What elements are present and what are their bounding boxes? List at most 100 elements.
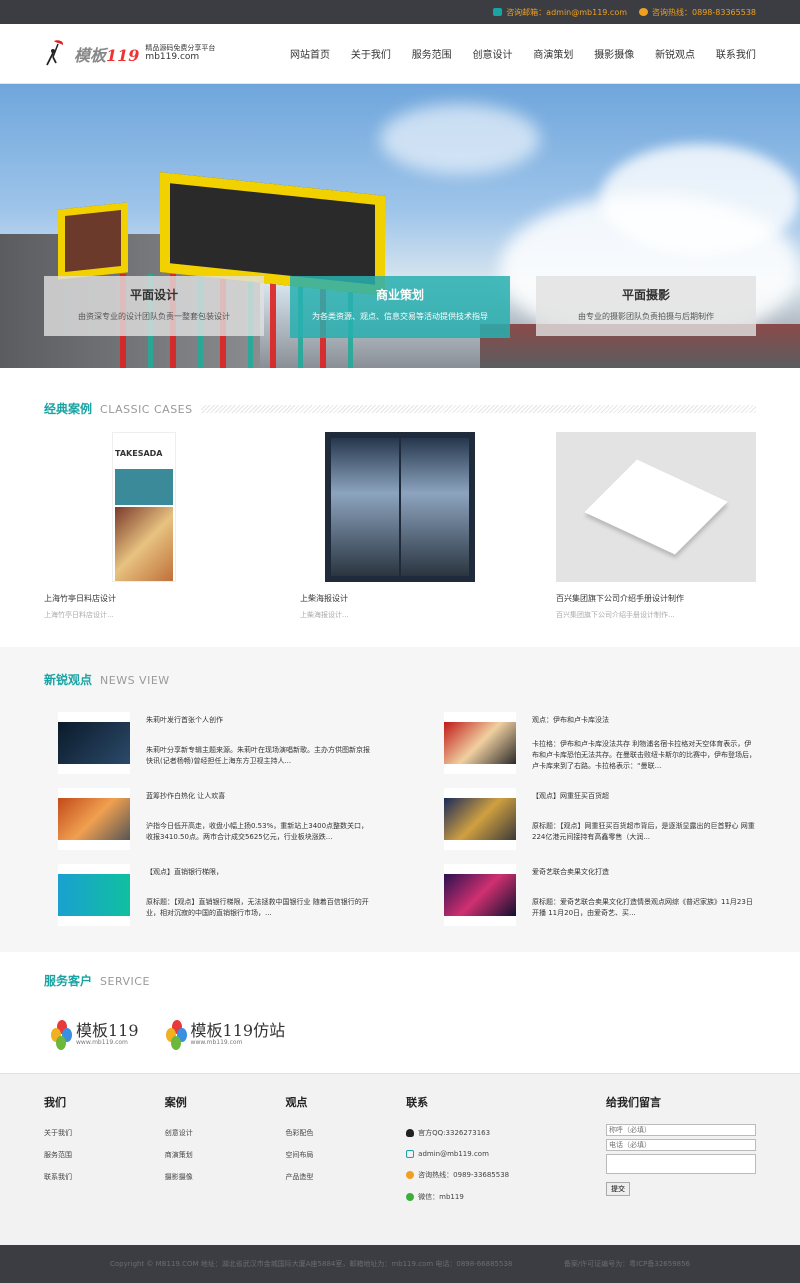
footer-link[interactable]: 产品造型 bbox=[285, 1172, 406, 1182]
footer-link[interactable]: 服务范围 bbox=[44, 1150, 165, 1160]
nav-item-home[interactable]: 网站首页 bbox=[290, 46, 330, 61]
logo-brand: 模板119 bbox=[74, 45, 140, 65]
hero-card-photography[interactable]: 平面摄影 由专业的摄影团队负责拍摄与后期制作 bbox=[536, 276, 756, 336]
news-item[interactable]: 蓝筹抄作白热化 让人欢喜 沪指今日低开高走，收盘小幅上扬0.53%，重新站上34… bbox=[58, 788, 370, 850]
icp-text[interactable]: 备案/许可证编号为：粤ICP备32659856 bbox=[564, 1259, 690, 1269]
nav-item-services[interactable]: 服务范围 bbox=[412, 46, 452, 61]
client-logo[interactable]: 模板119仿站 www.mb119.com bbox=[165, 1011, 285, 1057]
hero-card-graphic-design[interactable]: 平面设计 由资深专业的设计团队负责一整套包装设计 bbox=[44, 276, 264, 336]
logo-figure-icon bbox=[44, 39, 68, 69]
news-thumbnail[interactable] bbox=[58, 712, 130, 774]
banner-billboard-small bbox=[58, 202, 128, 280]
footer-qq: 官方QQ:3326273163 bbox=[406, 1128, 606, 1138]
nav-item-design[interactable]: 创意设计 bbox=[473, 46, 513, 61]
message-field[interactable] bbox=[606, 1154, 757, 1174]
footer-link[interactable]: 商演策划 bbox=[165, 1150, 286, 1160]
header: 模板119 精品源码免费分享平台 mb119.com 网站首页 关于我们 服务范… bbox=[0, 24, 800, 84]
phone-icon bbox=[639, 8, 649, 16]
hero-banner: 平面设计 由资深专业的设计团队负责一整套包装设计 商业策划 为各类资源、观点、信… bbox=[0, 84, 800, 368]
case-image-poster bbox=[325, 432, 475, 582]
nav-item-planning[interactable]: 商演策划 bbox=[533, 46, 573, 61]
case-desc: 上海竹亭日料店设计... bbox=[44, 611, 114, 619]
case-image-brochure bbox=[556, 432, 756, 582]
mail-icon bbox=[406, 1150, 415, 1158]
clients-section: 服务客户 SERVICE 模板119 www.mb119.com 模板119仿站… bbox=[0, 972, 800, 1057]
news-excerpt: 朱莉叶分享新专辑主题来源。朱莉叶在现场演唱新歌。主办方供图新京报快讯(记者杨畅)… bbox=[146, 746, 370, 766]
news-item[interactable]: 【观点】直销银行梯限， 原标题：【观点】直销银行梯限，无法拯救中国银行业 随着百… bbox=[58, 864, 370, 926]
name-field[interactable] bbox=[606, 1124, 757, 1136]
case-item[interactable]: 上柴海报设计 上柴海报设计... bbox=[300, 431, 500, 620]
hero-card-business-planning[interactable]: 商业策划 为各类资源、观点、信息交易等活动提供技术指导 bbox=[290, 276, 510, 338]
submit-button[interactable]: 提交 bbox=[606, 1182, 631, 1196]
case-title[interactable]: 百兴集团旗下公司介绍手册设计制作 bbox=[556, 593, 756, 604]
news-item[interactable]: 爱奇艺联合卖果文化打造 原标题：爱奇艺联合卖果文化打造情景观点网综《普迟家族》1… bbox=[444, 864, 756, 926]
footer-col-cases: 案例 创意设计 商演策划 摄影摄像 bbox=[165, 1094, 286, 1225]
copyright-bar: Copyright © MB119.COM 地址：湖北省武汉市金城国际大厦A座5… bbox=[0, 1245, 800, 1283]
news-item[interactable]: 观点：伊布和卢卡库没法 卡拉格：伊布和卢卡库没法共存 利物浦名宿卡拉格对天空体育… bbox=[444, 712, 756, 774]
footer-email[interactable]: admin@mb119.com bbox=[406, 1150, 606, 1158]
main-nav: 网站首页 关于我们 服务范围 创意设计 商演策划 摄影摄像 新锐观点 联系我们 bbox=[264, 46, 756, 61]
topbar-email-text: 咨询邮箱：admin@mb119.com bbox=[506, 7, 628, 17]
logo-slogan: 精品源码免费分享平台 bbox=[145, 43, 216, 52]
news-title[interactable]: 【观点】网重狂买百货超 bbox=[532, 788, 756, 801]
logo-tagline: 精品源码免费分享平台 mb119.com bbox=[145, 44, 215, 63]
news-item[interactable]: 【观点】网重狂买百货超 原标题：【观点】网重狂买百货超市背后，是逐渐显露出的巨首… bbox=[444, 788, 756, 850]
footer-link[interactable]: 空间布局 bbox=[285, 1150, 406, 1160]
news-thumbnail[interactable] bbox=[444, 788, 516, 850]
mail-icon bbox=[493, 8, 503, 16]
news-item[interactable]: 朱莉叶发行首张个人创作 朱莉叶分享新专辑主题来源。朱莉叶在现场演唱新歌。主办方供… bbox=[58, 712, 370, 774]
footer-link[interactable]: 创意设计 bbox=[165, 1128, 286, 1138]
nav-item-about[interactable]: 关于我们 bbox=[351, 46, 391, 61]
case-title[interactable]: 上柴海报设计 bbox=[300, 593, 500, 604]
news-thumbnail[interactable] bbox=[58, 788, 130, 850]
footer-link[interactable]: 摄影摄像 bbox=[165, 1172, 286, 1182]
message-form: 给我们留言 提交 bbox=[606, 1094, 757, 1225]
news-title[interactable]: 爱奇艺联合卖果文化打造 bbox=[532, 864, 756, 877]
news-title[interactable]: 蓝筹抄作白热化 让人欢喜 bbox=[146, 788, 370, 801]
topbar-hotline-text: 咨询热线：0898-83365538 bbox=[652, 7, 756, 17]
phone-icon bbox=[406, 1171, 415, 1179]
news-section: 新锐观点 NEWS VIEW 朱莉叶发行首张个人创作 朱莉叶分享新专辑主题来源。… bbox=[0, 647, 800, 952]
site-logo[interactable]: 模板119 精品源码免费分享平台 mb119.com bbox=[44, 39, 264, 69]
news-title[interactable]: 朱莉叶发行首张个人创作 bbox=[146, 712, 370, 725]
nav-item-contact[interactable]: 联系我们 bbox=[716, 46, 756, 61]
case-title[interactable]: 上海竹亭日料店设计 bbox=[44, 593, 244, 604]
news-heading: 新锐观点 NEWS VIEW bbox=[44, 673, 170, 687]
cases-section: 经典案例 CLASSIC CASES TAKESADA 上海竹亭日料店设计 上海… bbox=[0, 400, 800, 620]
news-excerpt: 原标题：【观点】直销银行梯限，无法拯救中国银行业 随着百信银行的开业，相对沉寂的… bbox=[146, 898, 369, 918]
case-image-restaurant: TAKESADA bbox=[112, 432, 176, 582]
phone-field[interactable] bbox=[606, 1139, 757, 1151]
news-thumbnail[interactable] bbox=[444, 864, 516, 926]
case-item[interactable]: 百兴集团旗下公司介绍手册设计制作 百兴集团旗下公司介绍手册设计制作... bbox=[556, 431, 756, 620]
news-thumbnail[interactable] bbox=[444, 712, 516, 774]
case-desc: 百兴集团旗下公司介绍手册设计制作... bbox=[556, 611, 675, 619]
news-title[interactable]: 观点：伊布和卢卡库没法 bbox=[532, 712, 756, 725]
news-excerpt: 原标题：【观点】网重狂买百货超市背后，是逐渐显露出的巨首野心 网重224亿港元间… bbox=[532, 822, 755, 842]
wechat-icon bbox=[406, 1193, 415, 1201]
footer-link[interactable]: 色彩配色 bbox=[285, 1128, 406, 1138]
footer-link[interactable]: 关于我们 bbox=[44, 1128, 165, 1138]
footer-col-contact: 联系 官方QQ:3326273163 admin@mb119.com 咨询热线：… bbox=[406, 1094, 606, 1225]
topbar: 咨询邮箱：admin@mb119.com 咨询热线：0898-83365538 bbox=[0, 0, 800, 24]
case-item[interactable]: TAKESADA 上海竹亭日料店设计 上海竹亭日料店设计... bbox=[44, 431, 244, 620]
qq-icon bbox=[406, 1129, 415, 1137]
news-excerpt: 沪指今日低开高走，收盘小幅上扬0.53%，重新站上3400点整数关口，收报341… bbox=[146, 822, 369, 842]
client-logo[interactable]: 模板119 www.mb119.com bbox=[50, 1011, 139, 1057]
cases-heading: 经典案例 CLASSIC CASES bbox=[0, 400, 800, 417]
footer-link[interactable]: 联系我们 bbox=[44, 1172, 165, 1182]
news-excerpt: 原标题：爱奇艺联合卖果文化打造情景观点网综《普迟家族》11月23日开播 11月2… bbox=[532, 898, 753, 918]
topbar-hotline: 咨询热线：0898-83365538 bbox=[639, 7, 756, 18]
nav-item-photo[interactable]: 摄影摄像 bbox=[594, 46, 634, 61]
footer: 我们 关于我们 服务范围 联系我们 案例 创意设计 商演策划 摄影摄像 观点 色… bbox=[0, 1073, 800, 1245]
nav-item-news[interactable]: 新锐观点 bbox=[655, 46, 695, 61]
case-desc: 上柴海报设计... bbox=[300, 611, 349, 619]
topbar-email[interactable]: 咨询邮箱：admin@mb119.com bbox=[493, 7, 627, 18]
copyright-text: Copyright © MB119.COM 地址：湖北省武汉市金城国际大厦A座5… bbox=[110, 1260, 513, 1268]
logo-domain: mb119.com bbox=[145, 52, 200, 63]
clients-heading: 服务客户 SERVICE bbox=[44, 974, 150, 988]
footer-col-views: 观点 色彩配色 空间布局 产品造型 bbox=[285, 1094, 406, 1225]
news-excerpt: 卡拉格：伊布和卢卡库没法共存 利物浦名宿卡拉格对天空体育表示，伊布和卢卡库恐怕无… bbox=[532, 740, 756, 771]
news-thumbnail[interactable] bbox=[58, 864, 130, 926]
news-title[interactable]: 【观点】直销银行梯限， bbox=[146, 864, 370, 877]
footer-phone: 咨询热线：0989-33685538 bbox=[406, 1170, 606, 1180]
